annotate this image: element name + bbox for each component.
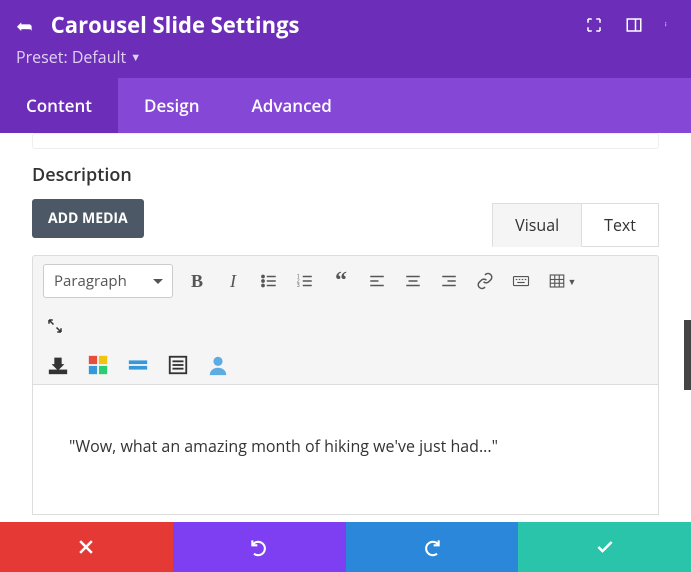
tab-advanced[interactable]: Advanced [226, 78, 358, 133]
editor-tab-text[interactable]: Text [581, 203, 659, 247]
chevron-down-icon: ▼ [130, 50, 141, 65]
editor-text: "Wow, what an amazing month of hiking we… [69, 435, 498, 457]
user-icon[interactable] [207, 354, 229, 376]
redo-button[interactable] [346, 522, 519, 572]
page-title: Carousel Slide Settings [51, 10, 300, 40]
list-block-icon[interactable] [167, 354, 189, 376]
toolbar-row-3 [33, 346, 658, 384]
add-media-button[interactable]: ADD MEDIA [32, 199, 144, 238]
toolbar-row-2 [33, 306, 658, 346]
description-label: Description [32, 163, 659, 187]
resize-handle[interactable] [684, 320, 691, 390]
cancel-button[interactable] [0, 522, 173, 572]
description-section: Description ADD MEDIA Visual Text Paragr… [0, 149, 691, 515]
link-icon[interactable] [473, 269, 497, 293]
tab-content[interactable]: Content [0, 78, 118, 133]
blockquote-icon[interactable]: “ [329, 269, 353, 293]
divider-icon[interactable] [127, 354, 149, 376]
fullscreen-icon[interactable] [585, 16, 603, 34]
keyboard-icon[interactable] [509, 269, 533, 293]
align-center-icon[interactable] [401, 269, 425, 293]
align-right-icon[interactable] [437, 269, 461, 293]
align-left-icon[interactable] [365, 269, 389, 293]
editor-content-area[interactable]: "Wow, what an amazing month of hiking we… [32, 385, 659, 515]
table-icon[interactable]: ▼ [545, 269, 579, 293]
header-actions [585, 16, 671, 34]
color-blocks-icon[interactable] [87, 354, 109, 376]
back-icon[interactable]: ➦ [16, 12, 33, 39]
collapsed-field[interactable] [32, 133, 659, 149]
confirm-button[interactable] [518, 522, 691, 572]
italic-icon[interactable]: I [221, 269, 245, 293]
action-bar [0, 522, 691, 572]
panel-icon[interactable] [625, 16, 643, 34]
format-select[interactable]: Paragraph [43, 264, 173, 298]
media-and-tabs-row: ADD MEDIA Visual Text [32, 199, 659, 247]
insert-download-icon[interactable] [47, 354, 69, 376]
more-icon[interactable] [665, 16, 671, 34]
numbered-list-icon[interactable]: 123 [293, 269, 317, 293]
header-top-row: ➦ Carousel Slide Settings [16, 10, 671, 40]
toolbar-row-1: Paragraph B I 123 “ ▼ [33, 256, 658, 306]
bold-icon[interactable]: B [185, 269, 209, 293]
expand-icon[interactable] [43, 314, 67, 338]
tab-design[interactable]: Design [118, 78, 226, 133]
preset-label: Preset: Default [16, 46, 126, 68]
format-select-value: Paragraph [54, 271, 127, 291]
main-tabs: Content Design Advanced [0, 78, 691, 133]
editor-tab-visual[interactable]: Visual [492, 203, 582, 247]
editor-toolbar: Paragraph B I 123 “ ▼ [32, 255, 659, 385]
settings-header: ➦ Carousel Slide Settings Preset: Defaul… [0, 0, 691, 78]
preset-selector[interactable]: Preset: Default ▼ [16, 46, 671, 68]
undo-button[interactable] [173, 522, 346, 572]
bullet-list-icon[interactable] [257, 269, 281, 293]
svg-text:3: 3 [297, 281, 300, 289]
editor-mode-tabs: Visual Text [493, 203, 659, 247]
